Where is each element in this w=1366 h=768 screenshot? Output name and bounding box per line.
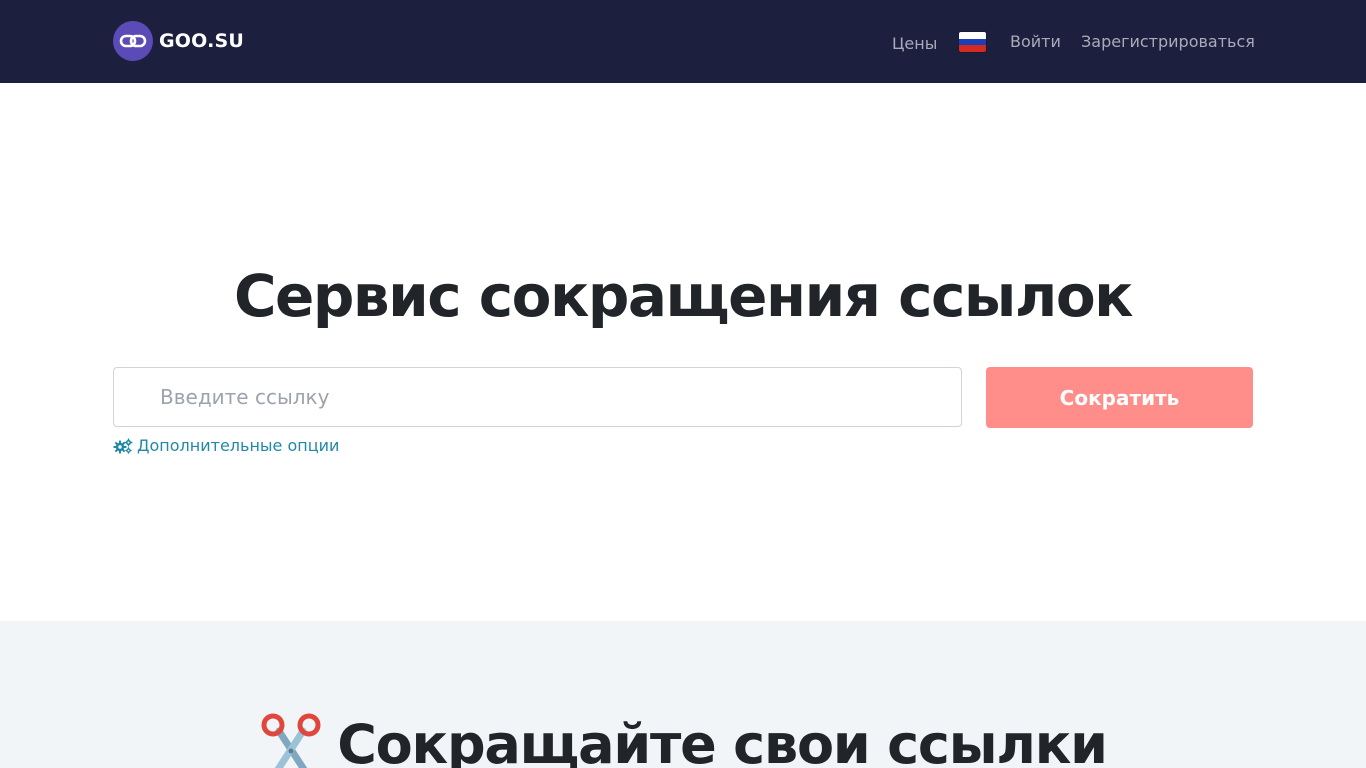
top-navbar: GOO.SU Цены Войти Зарегистрироваться	[0, 0, 1366, 83]
shorten-button[interactable]: Сократить	[986, 367, 1253, 428]
scissors-icon	[259, 713, 323, 768]
features-title-text: Сокращайте свои ссылки	[337, 713, 1108, 768]
chain-link-icon	[113, 20, 153, 61]
additional-options-link[interactable]: Дополнительные опции	[113, 436, 339, 455]
features-title: Сокращайте свои ссылки	[0, 713, 1366, 768]
nav-prices-link[interactable]: Цены	[892, 34, 937, 53]
gears-icon	[113, 438, 133, 454]
nav-login-link[interactable]: Войти	[1010, 32, 1061, 51]
additional-options-label: Дополнительные опции	[137, 436, 340, 455]
brand-logo-link[interactable]: GOO.SU	[113, 20, 244, 61]
russia-flag-icon[interactable]	[959, 32, 986, 52]
url-input[interactable]	[113, 367, 962, 427]
features-section: Сокращайте свои ссылки	[0, 621, 1366, 768]
nav-register-link[interactable]: Зарегистрироваться	[1081, 32, 1255, 51]
page-title: Сервис сокращения ссылок	[233, 262, 1134, 330]
brand-name: GOO.SU	[159, 29, 245, 52]
